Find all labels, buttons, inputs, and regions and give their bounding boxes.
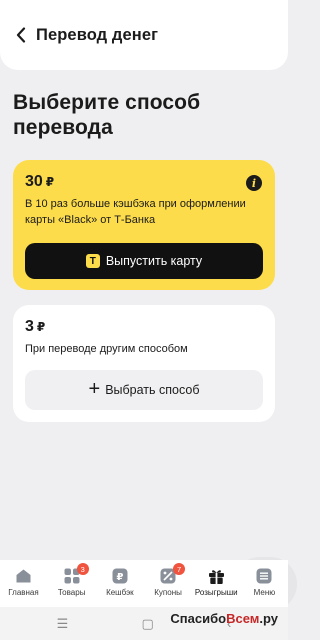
bottom-tabbar: Главная 3 Товары ₽ Кешбэк 7 Купоны Розыг… [0,560,288,607]
other-amount-value: 3 [25,318,34,335]
watermark-part1: Спасибо [170,611,227,626]
home-button-icon[interactable]: ▢ [142,616,154,632]
tab-giveaways[interactable]: Розыгрыши [193,560,240,607]
other-amount: 3 ₽ [25,318,263,336]
tab-menu-label: Меню [253,588,276,597]
tab-menu[interactable]: Меню [241,560,288,607]
other-description: При переводе другим способом [25,343,188,355]
tab-cashback-label: Кешбэк [106,588,134,597]
offer-currency: ₽ [45,175,55,189]
choose-method-button[interactable]: + Выбрать способ [25,370,263,410]
products-badge: 3 [76,563,89,575]
svg-text:₽: ₽ [116,572,123,583]
tbank-logo-icon: Т [85,254,100,268]
watermark-part2: Всем [226,611,260,626]
recent-apps-icon[interactable]: ☰ [57,616,69,632]
ruble-icon: ₽ [111,567,129,585]
watermark-logo: СпасибоВсем.ру [170,611,278,626]
page-title: Выберите способ перевода [13,91,201,139]
tab-giveaways-label: Розыгрыши [194,588,238,597]
app-header: Перевод денег [0,0,288,70]
other-currency: ₽ [36,320,46,334]
back-button[interactable] [12,24,30,46]
offer-description: В 10 раз больше кэшбэка при оформлении к… [25,198,246,226]
tab-cashback[interactable]: ₽ Кешбэк [96,560,143,607]
offer-amount-value: 30 [25,173,43,190]
chevron-left-icon [16,27,26,43]
choose-method-label: Выбрать способ [105,383,200,397]
gift-icon [207,567,225,585]
tab-products-label: Товары [57,588,86,597]
tab-products[interactable]: 3 Товары [48,560,95,607]
tab-coupons-label: Купоны [154,588,182,597]
menu-icon [255,567,273,585]
issue-card-label: Выпустить карту [105,254,203,268]
offer-amount: 30 ₽ [25,173,263,191]
coupons-badge: 7 [173,563,186,575]
plus-icon: + [88,378,101,400]
other-method-card: 3 ₽ При переводе другим способом + Выбра… [13,305,275,422]
issue-card-button[interactable]: Т Выпустить карту [25,243,263,279]
header-title: Перевод денег [36,25,159,44]
coupon-icon: 7 [159,563,186,585]
grid-icon: 3 [63,563,89,585]
tab-home-label: Главная [8,588,39,597]
home-icon [15,567,33,585]
tab-home[interactable]: Главная [0,560,47,607]
offer-card: 30 ₽ i В 10 раз больше кэшбэка при оформ… [13,160,275,290]
watermark-part3: .ру [259,611,278,626]
info-icon[interactable]: i [246,175,262,191]
tab-coupons[interactable]: 7 Купоны [145,560,192,607]
